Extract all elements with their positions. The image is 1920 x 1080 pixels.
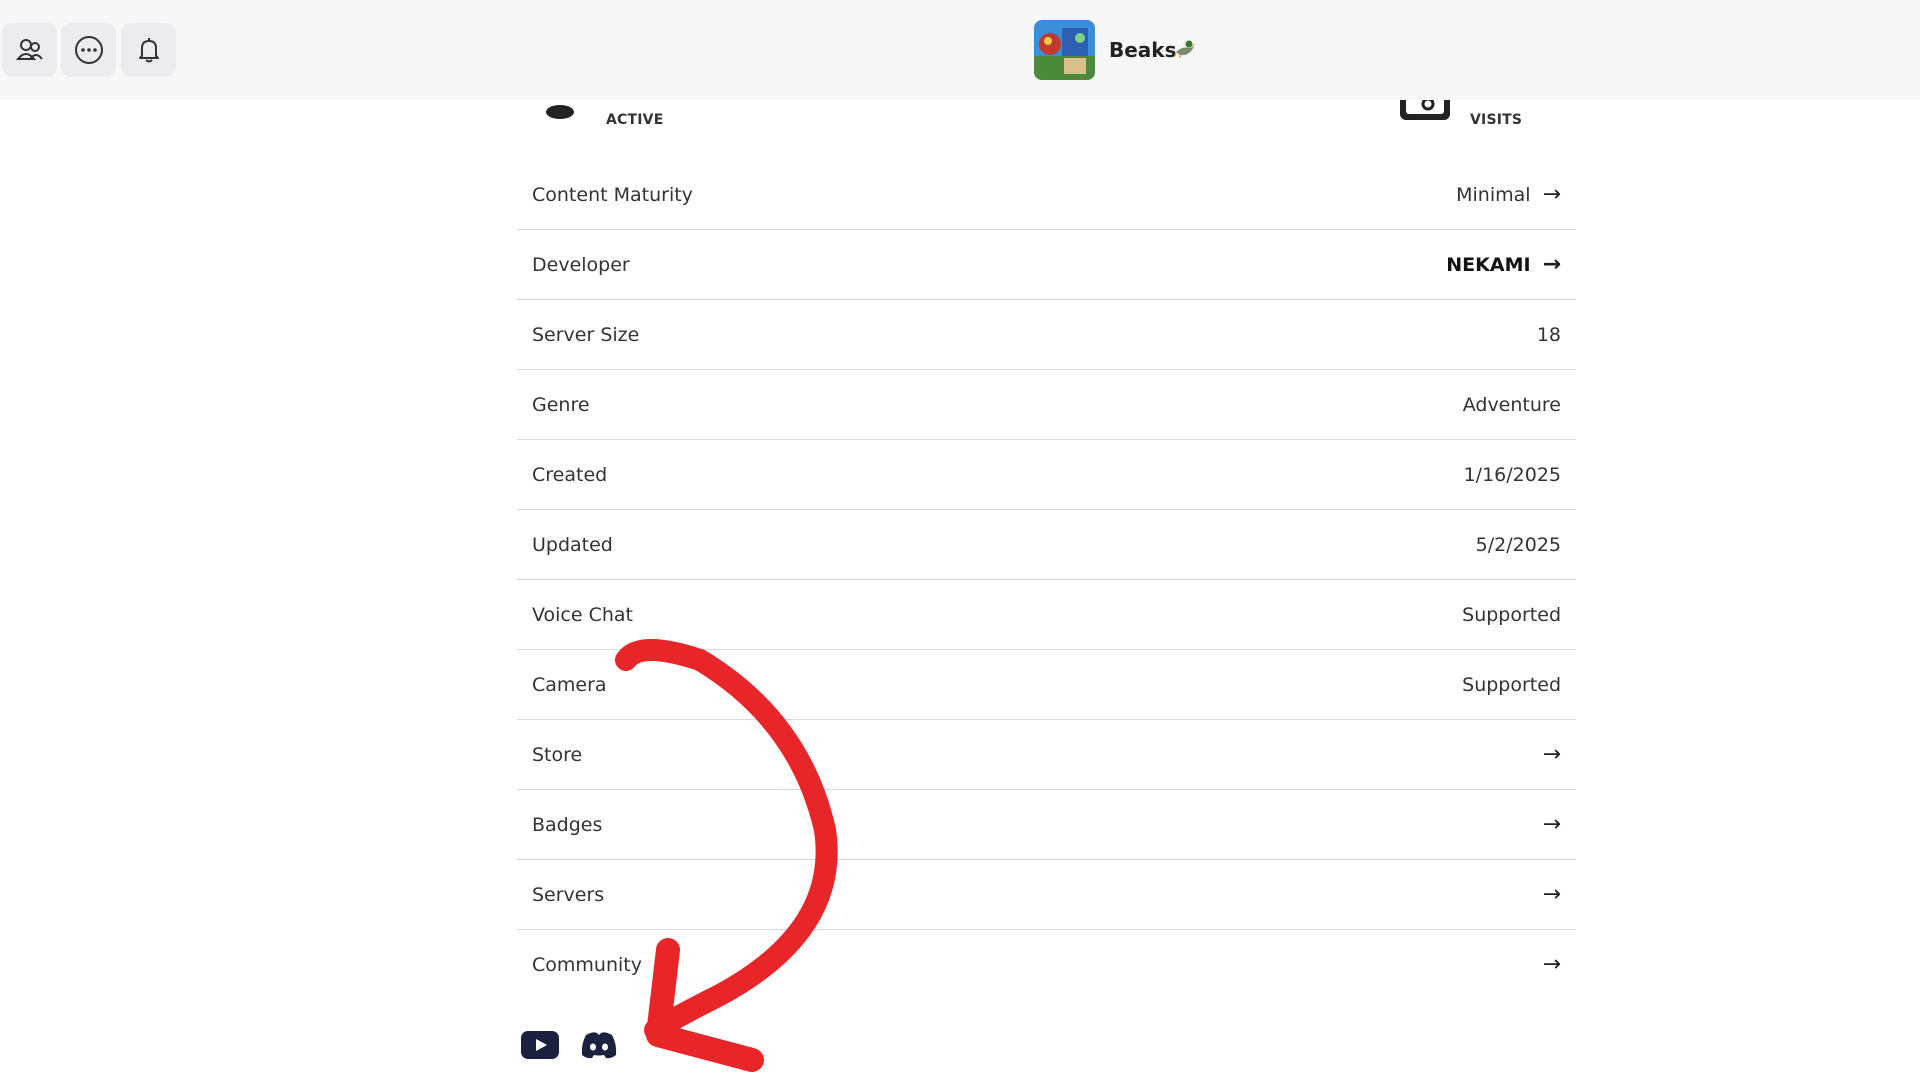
detail-value-group: → <box>1543 812 1576 837</box>
detail-label: Developer <box>532 253 630 276</box>
detail-label: Badges <box>532 813 603 836</box>
youtube-icon <box>521 1031 559 1059</box>
arrow-right-icon[interactable]: → <box>1543 812 1561 837</box>
detail-row-voice-chat: Voice Chat Supported <box>517 580 1576 650</box>
arrow-right-icon[interactable]: → <box>1543 952 1561 977</box>
detail-value: 18 <box>1536 323 1561 346</box>
detail-row-created: Created 1/16/2025 <box>517 440 1576 510</box>
top-bar: Beaks <box>0 0 1920 100</box>
game-thumbnail[interactable] <box>1034 20 1095 80</box>
detail-row-content-maturity[interactable]: Content Maturity Minimal → <box>517 160 1576 230</box>
detail-row-developer[interactable]: Developer NEKAMI → <box>517 230 1576 300</box>
arrow-right-icon[interactable]: → <box>1543 252 1561 277</box>
detail-row-badges[interactable]: Badges → <box>517 790 1576 860</box>
detail-label: Genre <box>532 393 590 416</box>
detail-row-updated: Updated 5/2/2025 <box>517 510 1576 580</box>
detail-row-servers[interactable]: Servers → <box>517 860 1576 930</box>
detail-value: Minimal <box>1456 183 1531 206</box>
game-thumbnail-image <box>1034 20 1095 80</box>
discord-icon <box>581 1032 617 1059</box>
visits-label: VISITS <box>1470 112 1523 128</box>
detail-value: Adventure <box>1462 393 1561 416</box>
more-icon <box>74 36 103 64</box>
bell-icon <box>138 38 159 63</box>
game-title[interactable]: Beaks <box>1109 38 1177 62</box>
detail-label: Updated <box>532 533 613 556</box>
detail-value[interactable]: NEKAMI <box>1446 254 1530 276</box>
detail-label: Content Maturity <box>532 183 693 206</box>
detail-value: 1/16/2025 <box>1463 463 1561 486</box>
detail-value: Supported <box>1462 673 1561 696</box>
detail-value-group: 1/16/2025 <box>1464 464 1576 486</box>
detail-label: Store <box>532 743 583 766</box>
arrow-right-icon[interactable]: → <box>1543 882 1561 907</box>
detail-value: Supported <box>1462 603 1561 626</box>
detail-label: Community <box>532 953 642 976</box>
detail-value-group: 18 <box>1537 324 1576 346</box>
detail-row-camera: Camera Supported <box>517 650 1576 720</box>
friends-button[interactable] <box>2 23 57 77</box>
detail-value-group: NEKAMI → <box>1446 252 1576 277</box>
friends-icon <box>15 39 43 60</box>
duck-emoji-icon <box>1172 36 1196 64</box>
game-details-list: Content Maturity Minimal → Developer NEKAMI →… <box>517 160 1576 999</box>
detail-value-group: Minimal → <box>1456 182 1576 207</box>
detail-label: Server Size <box>532 323 640 346</box>
detail-value: 5/2/2025 <box>1475 533 1561 556</box>
detail-value-group: → <box>1543 882 1576 907</box>
detail-row-server-size: Server Size 18 <box>517 300 1576 370</box>
detail-value-group: → <box>1543 742 1576 767</box>
detail-row-store[interactable]: Store → <box>517 720 1576 790</box>
notifications-button[interactable] <box>121 23 176 77</box>
detail-label: Created <box>532 463 608 486</box>
detail-value-group: → <box>1543 952 1576 977</box>
detail-value-group: Adventure <box>1463 394 1576 416</box>
detail-value-group: Supported <box>1462 674 1576 696</box>
detail-label: Servers <box>532 883 605 906</box>
arrow-right-icon[interactable]: → <box>1543 742 1561 767</box>
more-button[interactable] <box>61 23 116 77</box>
detail-value-group: 5/2/2025 <box>1476 534 1576 556</box>
detail-label: Voice Chat <box>532 603 634 626</box>
active-label: ACTIVE <box>606 112 664 128</box>
detail-label: Camera <box>532 673 607 696</box>
detail-row-community[interactable]: Community → <box>517 930 1576 999</box>
detail-value-group: Supported <box>1462 604 1576 626</box>
youtube-link[interactable] <box>520 1030 560 1064</box>
arrow-right-icon[interactable]: → <box>1543 182 1561 207</box>
discord-link[interactable] <box>579 1030 619 1064</box>
detail-row-genre: Genre Adventure <box>517 370 1576 440</box>
